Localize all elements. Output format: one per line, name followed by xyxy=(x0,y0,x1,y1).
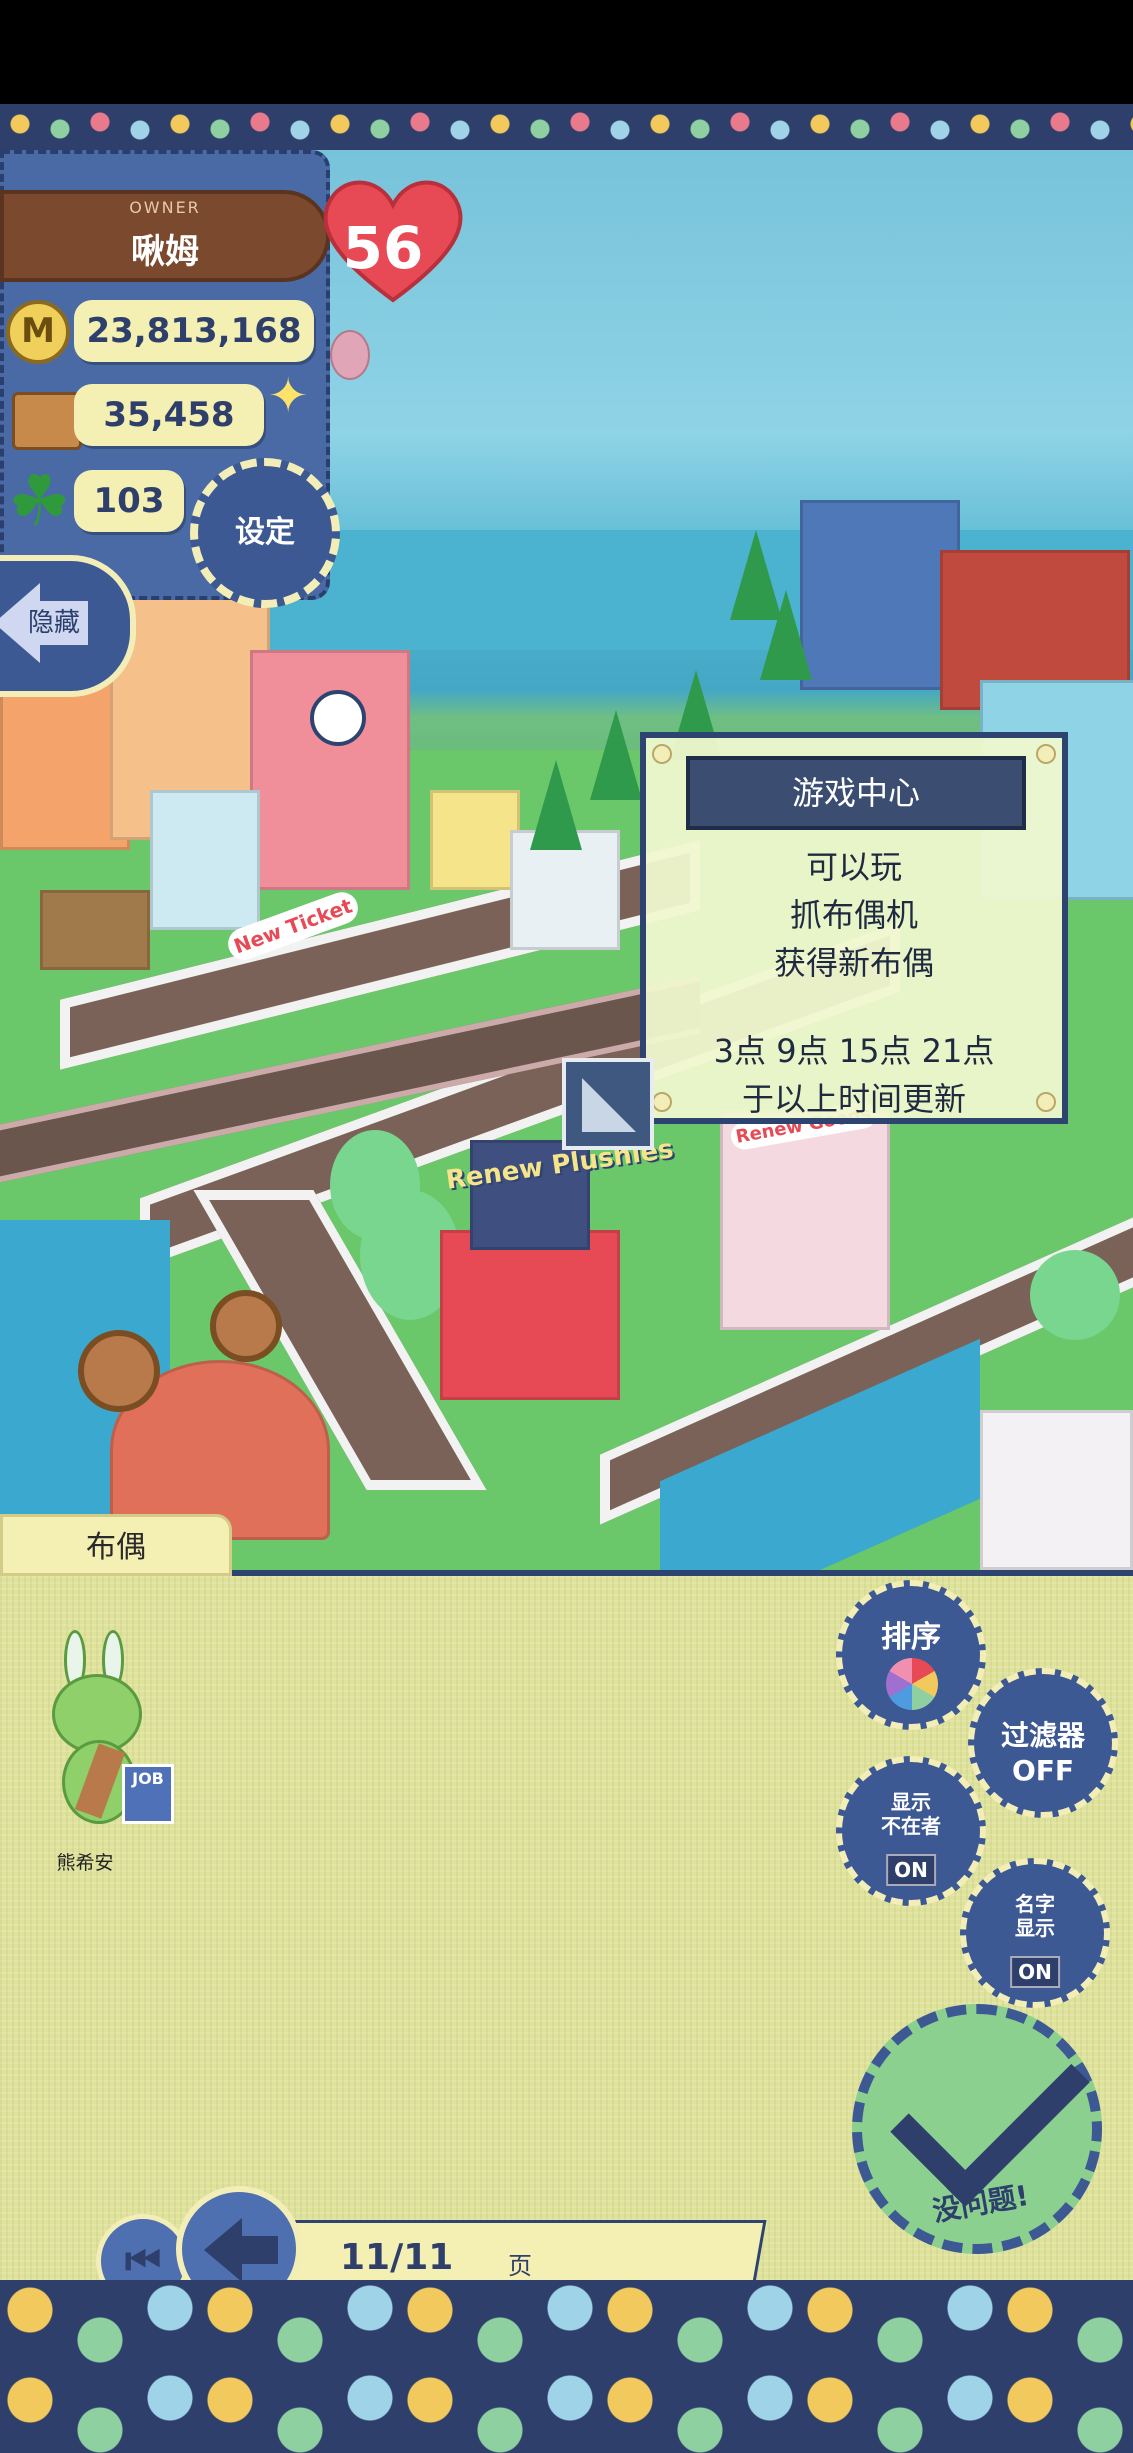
tree xyxy=(1030,1250,1120,1340)
coin-count: 23,813,168 xyxy=(74,300,314,362)
arrow-icon xyxy=(582,1078,636,1132)
filter-state: OFF xyxy=(1011,1754,1075,1787)
hot-air-balloon xyxy=(330,330,370,380)
checkmark-icon xyxy=(890,2007,1090,2207)
filter-button[interactable]: 过滤器 OFF xyxy=(968,1668,1118,1818)
building xyxy=(980,1410,1133,1570)
show-absent-toggle[interactable]: 显示 不在者 ON xyxy=(836,1756,986,1906)
show-name-state: ON xyxy=(1010,1956,1060,1988)
ok-confirm-button[interactable]: 没问题! xyxy=(852,2004,1102,2254)
building xyxy=(800,500,960,690)
goods-count: 35,458 xyxy=(74,384,264,446)
pin-icon xyxy=(652,744,672,764)
sparkle-icon: ✦ xyxy=(268,368,309,424)
settings-button[interactable]: 设定 xyxy=(190,458,340,608)
claw-machine-shop[interactable] xyxy=(440,1230,620,1400)
color-wheel-icon xyxy=(886,1658,938,1710)
clover-icon: ☘ xyxy=(8,460,71,542)
owner-name: 啾姆 xyxy=(131,232,199,272)
tab-plushies[interactable]: 布偶 xyxy=(0,1514,232,1576)
hide-label: 隐藏 xyxy=(28,601,88,645)
popup-toggle-button[interactable] xyxy=(562,1058,654,1150)
info-popup: 游戏中心 可以玩 抓布偶机 获得新布偶 3点 9点 15点 21点 于以上时间更… xyxy=(640,732,1068,1124)
sort-button[interactable]: 排序 xyxy=(836,1580,986,1730)
building xyxy=(150,790,260,930)
popup-line: 抓布偶机 xyxy=(789,896,918,934)
show-name-toggle[interactable]: 名字 显示 ON xyxy=(960,1858,1110,2008)
sort-label: 排序 xyxy=(881,1620,941,1655)
left-arrow-icon xyxy=(204,2218,242,2282)
owner-label: OWNER xyxy=(129,198,201,217)
tree xyxy=(530,760,582,850)
arrow-stem xyxy=(238,2236,278,2264)
show-absent-label: 显示 不在者 xyxy=(881,1790,941,1838)
popup-line: 可以玩 xyxy=(805,848,902,886)
popup-title: 游戏中心 xyxy=(686,756,1026,830)
popup-line: 3点 9点 15点 21点 xyxy=(713,1032,995,1070)
job-tag-icon: JOB xyxy=(122,1764,174,1824)
coin-icon: M xyxy=(6,300,70,364)
level-number: 56 xyxy=(342,214,424,282)
show-absent-state: ON xyxy=(886,1854,936,1886)
show-name-label: 名字 显示 xyxy=(1015,1892,1055,1940)
clock-icon xyxy=(310,690,366,746)
clock-tower xyxy=(250,650,410,890)
filter-label: 过滤器 xyxy=(1000,1719,1085,1752)
bottom-star-border xyxy=(0,2280,1133,2453)
pin-icon xyxy=(1036,744,1056,764)
hide-button[interactable]: 隐藏 xyxy=(0,555,136,697)
popup-line: 于以上时间更新 xyxy=(741,1080,966,1118)
level-heart[interactable]: 56 xyxy=(318,170,468,310)
tree xyxy=(590,710,642,800)
top-star-border xyxy=(0,104,1133,150)
speaker-icon xyxy=(210,1290,282,1362)
skip-back-icon: ⏮ xyxy=(125,2238,161,2284)
tree xyxy=(760,590,812,680)
owner-nameplate: OWNER 啾姆 xyxy=(0,190,330,282)
goods-crate-icon xyxy=(12,392,82,450)
shed xyxy=(40,890,150,970)
plush-name: 熊希安 xyxy=(56,1852,114,1874)
top-black-bar xyxy=(0,0,1133,104)
clover-count: 103 xyxy=(74,470,184,532)
popup-line: 获得新布偶 xyxy=(773,944,934,982)
building xyxy=(430,790,520,890)
speaker-icon xyxy=(78,1330,160,1412)
